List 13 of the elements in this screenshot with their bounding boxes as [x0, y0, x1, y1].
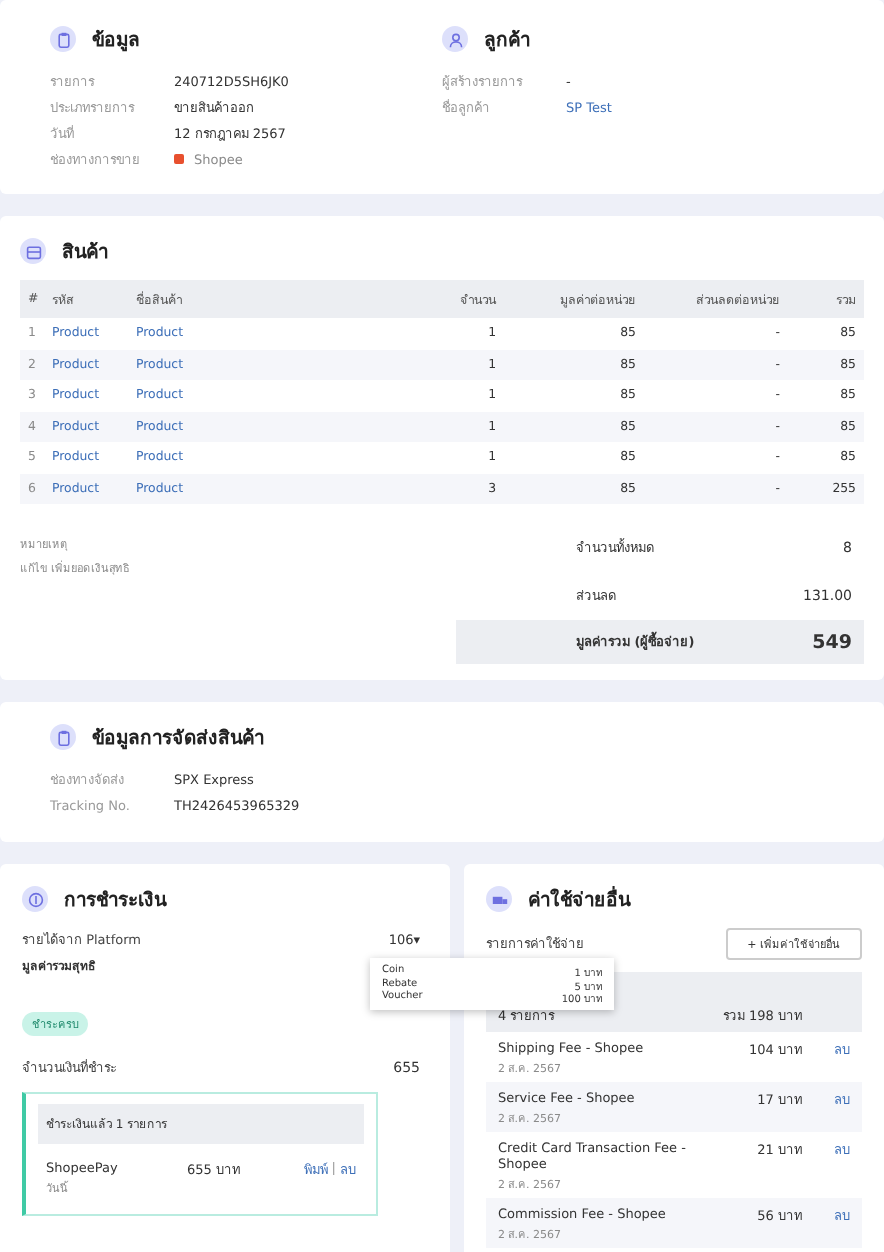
user-icon: [442, 26, 468, 52]
truck-icon: [486, 886, 512, 912]
clipboard-icon: [50, 724, 76, 750]
clipboard-icon: [50, 26, 76, 52]
grand-total-value: 549: [812, 631, 852, 653]
section-title: ข้อมูล: [92, 28, 140, 54]
coin-icon: [22, 886, 48, 912]
section-title: สินค้า: [62, 240, 108, 266]
section-title: การชำระเงิน: [64, 888, 166, 914]
box-icon: [20, 238, 46, 264]
section-title: ลูกค้า: [484, 28, 530, 54]
section-title: ค่าใช้จ่ายอื่น: [528, 884, 630, 914]
section-title: ข้อมูลการจัดส่งสินค้า: [92, 726, 264, 752]
